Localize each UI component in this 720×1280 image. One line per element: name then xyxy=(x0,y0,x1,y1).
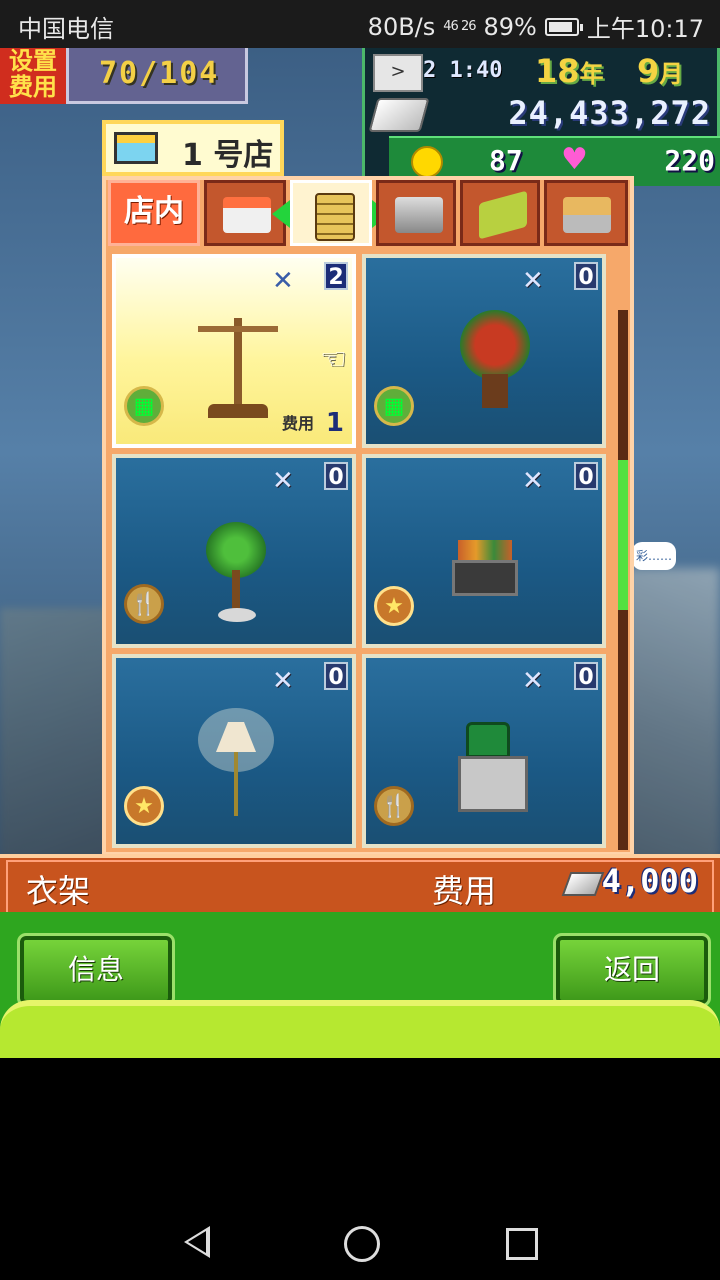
store-selector[interactable]: 1 号店 xyxy=(102,120,284,176)
category-tabs: 店内 xyxy=(106,180,630,250)
coin-value: 87 xyxy=(489,144,523,177)
year-unit: 年 xyxy=(579,60,604,88)
game-time: 2 1:40 xyxy=(423,58,503,83)
status-time: 上午10:17 xyxy=(586,15,704,43)
floor-lamp-icon xyxy=(198,708,274,818)
setup-cost-box: 70/104 xyxy=(66,48,248,104)
month-unit: 月 xyxy=(659,60,684,88)
bench-icon xyxy=(563,197,611,233)
item-grid: ✕ 2 ▦ 费用 1 ☜ ✕ 0 ▦ ✕ 0 🍴 ✕ 0 ★ ✕ 0 ★ ✕ 0… xyxy=(110,254,606,854)
year-value: 18 xyxy=(535,52,580,90)
info-button[interactable]: 信息 xyxy=(17,933,175,1007)
pointer-hand-icon: ☜ xyxy=(320,342,347,377)
back-button[interactable]: 返回 xyxy=(553,933,711,1007)
setup-cost-label: 设置费用 xyxy=(0,48,66,104)
clock-icon: > xyxy=(373,54,423,92)
cost-label: 费用 xyxy=(432,872,497,910)
month-value: 9 xyxy=(636,52,660,90)
item-cell-potted-tree[interactable]: ✕ 0 🍴 xyxy=(112,454,356,648)
item-count: 0 xyxy=(574,262,598,290)
signal-icon: 46 26 xyxy=(443,18,476,34)
flower-plant-icon xyxy=(460,310,530,410)
item-count: 0 xyxy=(324,462,348,490)
sign-icon xyxy=(479,190,527,240)
scrollbar-thumb[interactable] xyxy=(618,460,628,610)
tab-shelf[interactable] xyxy=(290,180,372,246)
item-count: 0 xyxy=(574,662,598,690)
background-blur-right xyxy=(625,568,720,888)
item-count: 2 xyxy=(324,262,348,290)
game-screen: 彩…… 设置费用 70/104 > 2 1:40 18年 9月 24,433,2… xyxy=(0,48,720,1058)
item-cell-flower-plant[interactable]: ✕ 0 ▦ xyxy=(362,254,606,448)
battery-percent: 89% xyxy=(483,12,537,41)
setup-cost-value: 70/104 xyxy=(99,56,220,91)
battery-level xyxy=(548,21,572,32)
counter-icon xyxy=(458,722,528,814)
fee-value: 1 xyxy=(325,408,344,438)
close-icon: ✕ xyxy=(522,666,544,696)
status-right: 80B/s 46 26 89% 上午10:17 xyxy=(368,9,704,44)
shop-panel: 店内 ✕ 2 ▦ 费用 1 ☜ ✕ 0 ▦ ✕ 0 🍴 ✕ 0 ★ ✕ 0 ★ … xyxy=(102,176,634,856)
cutlery-icon: 🍴 xyxy=(124,584,164,624)
close-icon: ✕ xyxy=(272,266,294,296)
speech-bubble: 彩…… xyxy=(632,542,676,570)
item-count: 0 xyxy=(574,462,598,490)
produce-crate-icon xyxy=(452,540,518,600)
close-icon: ✕ xyxy=(272,466,294,496)
shelf-icon xyxy=(315,193,355,241)
nav-home-icon[interactable] xyxy=(344,1226,380,1262)
selected-item-name: 衣架 xyxy=(26,872,91,910)
item-cell-floor-lamp[interactable]: ✕ 0 ★ xyxy=(112,654,356,848)
star-icon: ★ xyxy=(124,786,164,826)
money-icon xyxy=(368,98,430,132)
heart-icon: ♥ xyxy=(561,142,588,177)
close-icon: ✕ xyxy=(272,666,294,696)
coat-rack-icon xyxy=(188,308,288,418)
net-speed: 80B/s xyxy=(367,12,436,41)
store-name: 1 号店 xyxy=(182,138,274,173)
carrier-label: 中国电信 xyxy=(18,15,114,43)
tab-bench[interactable] xyxy=(544,180,628,246)
tab-cash-register[interactable] xyxy=(376,180,456,246)
bottom-bar: 信息 返回 xyxy=(0,912,720,1058)
nav-recent-icon[interactable] xyxy=(506,1228,538,1260)
cake-display-icon xyxy=(223,197,271,233)
tab-sign[interactable] xyxy=(460,180,540,246)
close-icon: ✕ xyxy=(522,266,544,296)
game-date: 18年 9月 xyxy=(535,52,683,90)
status-bar: 中国电信 80B/s 46 26 89% 上午10:17 xyxy=(0,0,720,48)
cutlery-icon: 🍴 xyxy=(374,786,414,826)
store-icon xyxy=(114,132,158,164)
heart-value: 220 xyxy=(664,144,715,177)
background-blur-left xyxy=(0,608,110,868)
scrollbar[interactable] xyxy=(618,310,628,850)
cost-amount: 4,000 xyxy=(601,862,698,900)
money-value: 24,433,272 xyxy=(508,94,711,132)
coin-icon xyxy=(411,146,443,178)
item-cell-counter[interactable]: ✕ 0 🍴 xyxy=(362,654,606,848)
star-icon: ★ xyxy=(374,586,414,626)
basket-icon: ▦ xyxy=(124,386,164,426)
navigation-bar xyxy=(0,1198,720,1280)
cash-register-icon xyxy=(395,197,443,233)
arrow-left-icon[interactable] xyxy=(272,200,290,228)
tab-interior[interactable]: 店内 xyxy=(108,180,200,246)
item-cell-produce-crate[interactable]: ✕ 0 ★ xyxy=(362,454,606,648)
item-info-bar: 衣架 费用 4,000 xyxy=(0,854,720,912)
item-cell-coat-rack[interactable]: ✕ 2 ▦ 费用 1 ☜ xyxy=(112,254,356,448)
close-icon: ✕ xyxy=(522,466,544,496)
item-count: 0 xyxy=(324,662,348,690)
battery-icon xyxy=(544,17,583,36)
nav-back-icon[interactable] xyxy=(184,1226,210,1258)
bottom-decor xyxy=(0,1000,720,1058)
fee-label: 费用 xyxy=(281,414,314,433)
hud-panel: > 2 1:40 18年 9月 24,433,272 87 ♥ 220 xyxy=(362,48,720,186)
potted-tree-icon xyxy=(206,522,268,622)
basket-icon: ▦ xyxy=(374,386,414,426)
